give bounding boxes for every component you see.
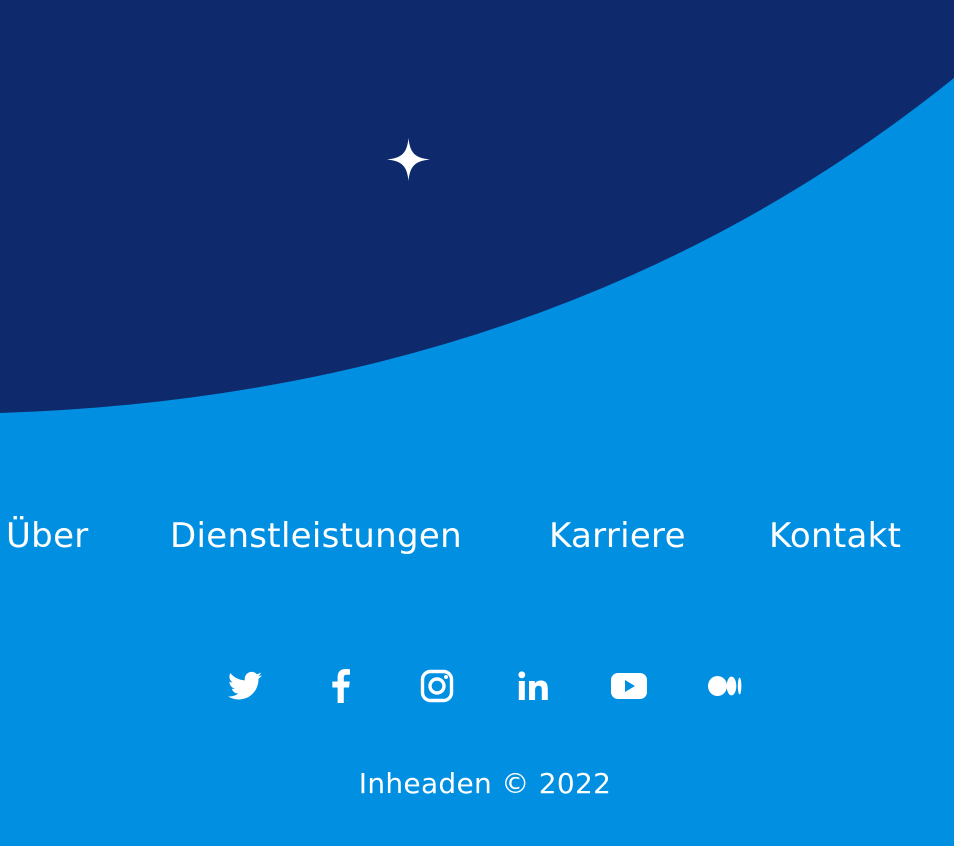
facebook-icon[interactable]: [319, 664, 363, 708]
linkedin-icon[interactable]: [511, 664, 555, 708]
instagram-icon[interactable]: [415, 664, 459, 708]
social-links: [0, 664, 954, 708]
nav-link-karriere[interactable]: Karriere: [549, 512, 686, 560]
nav-link-dienstleistungen[interactable]: Dienstleistungen: [170, 512, 462, 560]
nav-link-kontakt[interactable]: Kontakt: [769, 512, 901, 560]
page: Über Dienstleistungen Karriere Kontakt I…: [0, 0, 954, 846]
youtube-icon[interactable]: [607, 664, 651, 708]
twitter-icon[interactable]: [223, 664, 267, 708]
sparkle-icon: [387, 138, 430, 181]
background: [0, 0, 954, 846]
copyright-text: Inheaden © 2022: [358, 767, 612, 800]
medium-icon[interactable]: [703, 664, 747, 708]
footer-nav: Über Dienstleistungen Karriere Kontakt: [0, 512, 954, 562]
nav-link-ueber[interactable]: Über: [6, 512, 89, 560]
